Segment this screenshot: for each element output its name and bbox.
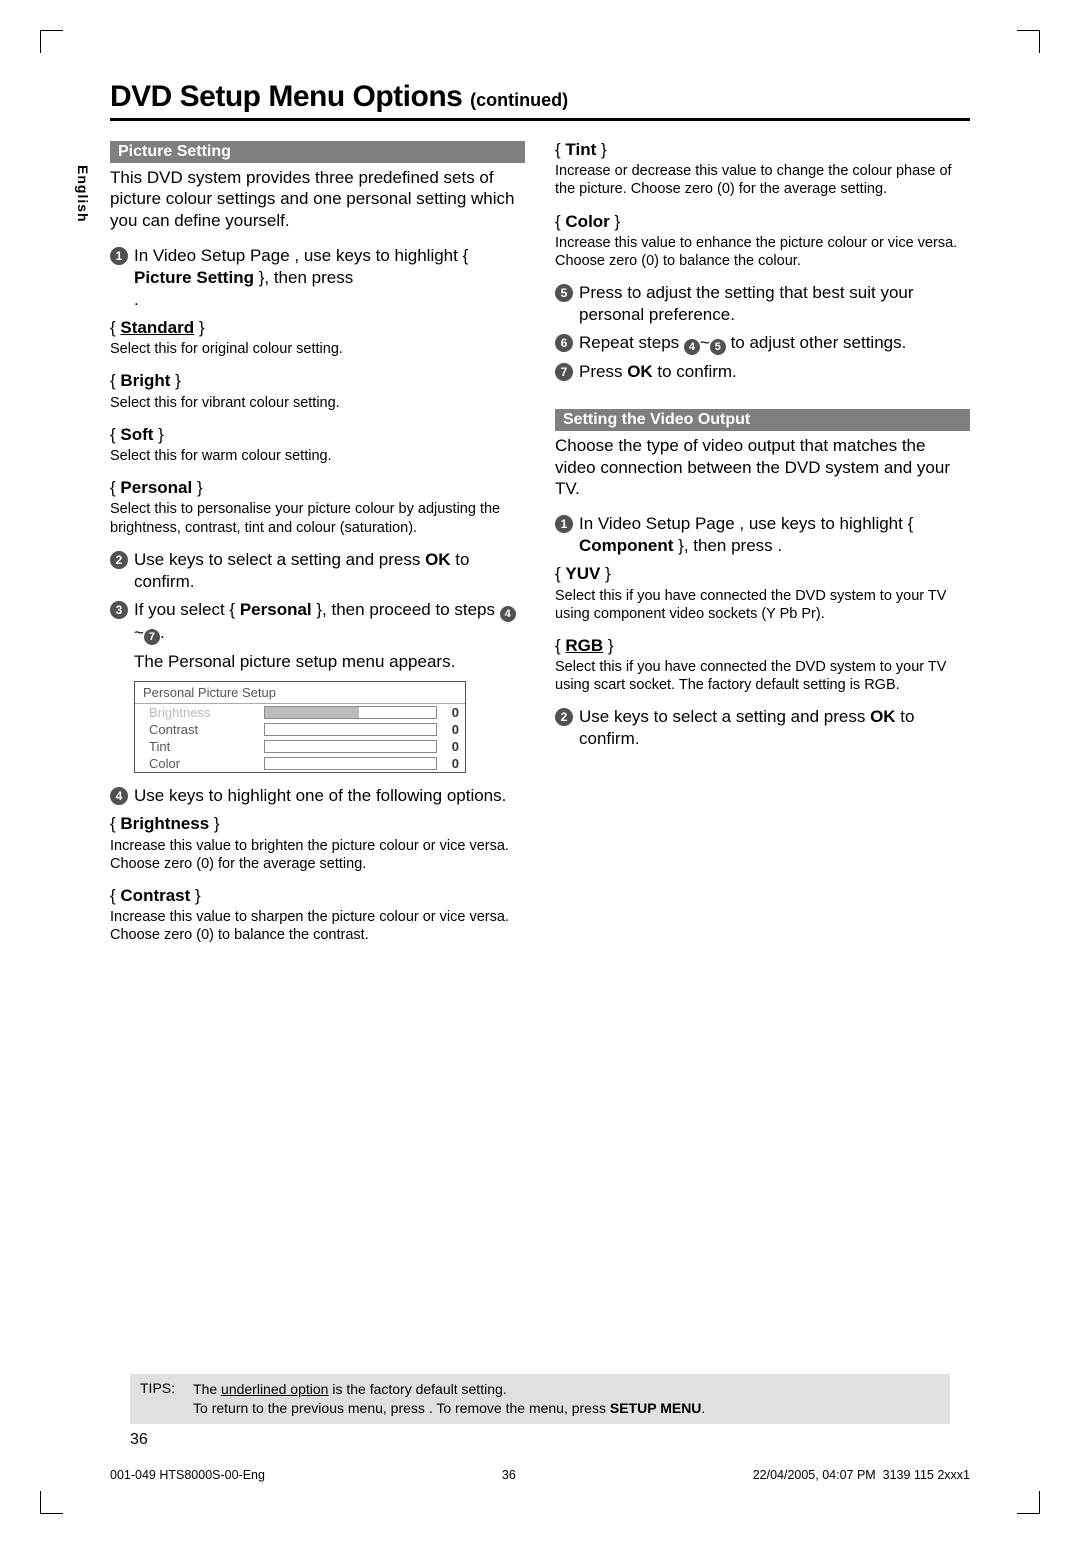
vo-step-1: 1 In Video Setup Page , use keys to high… [555, 513, 970, 557]
opt-brightness-desc: Increase this value to brighten the pict… [110, 837, 525, 873]
section-picture-setting: Picture Setting [110, 141, 525, 163]
step-5-text: Press to adjust the setting that best su… [579, 282, 970, 326]
opt-color-desc: Increase this value to enhance the pictu… [555, 234, 970, 270]
opt-tint: { Tint } [555, 139, 970, 160]
step-3-icon: 3 [110, 601, 128, 619]
opt-personal: { Personal } [110, 477, 525, 498]
tips-body: The underlined option is the factory def… [193, 1380, 705, 1418]
menu-title: Personal Picture Setup [135, 682, 465, 704]
manual-page: English DVD Setup Menu Options (continue… [0, 0, 1080, 1544]
step-7: 7 Press OK to confirm. [555, 361, 970, 383]
content-columns: Picture Setting This DVD system provides… [110, 139, 970, 956]
title-sub: (continued) [470, 90, 568, 110]
step-5-icon: 5 [555, 284, 573, 302]
step-5: 5 Press to adjust the setting that best … [555, 282, 970, 326]
slider-icon [264, 723, 437, 736]
opt-color: { Color } [555, 211, 970, 232]
opt-rgb-desc: Select this if you have connected the DV… [555, 658, 970, 694]
opt-standard: { Standard } [110, 317, 525, 338]
step-7-icon: 7 [555, 363, 573, 381]
step-3-note: The Personal picture setup menu appears. [134, 651, 525, 673]
opt-bright-desc: Select this for vibrant colour setting. [110, 394, 525, 412]
inline-4-icon: 4 [500, 606, 516, 622]
footer-right: 22/04/2005, 04:07 PM 3139 115 2xxx1 [753, 1468, 970, 1482]
opt-contrast-desc: Increase this value to sharpen the pictu… [110, 908, 525, 944]
inline-5b-icon: 5 [710, 339, 726, 355]
opt-soft: { Soft } [110, 424, 525, 445]
right-column: { Tint } Increase or decrease this value… [555, 139, 970, 956]
step-2-icon: 2 [110, 551, 128, 569]
crop-mark-br [1017, 1491, 1040, 1514]
page-title: DVD Setup Menu Options (continued) [110, 80, 970, 121]
step-3-text: If you select { Personal }, then proceed… [134, 599, 525, 645]
step-1-icon: 1 [110, 247, 128, 265]
step-1-text: In Video Setup Page , use keys to highli… [134, 245, 525, 311]
step-4-icon: 4 [110, 787, 128, 805]
step-6-icon: 6 [555, 334, 573, 352]
vo-step-1-icon: 1 [555, 515, 573, 533]
vo-step-2-icon: 2 [555, 708, 573, 726]
menu-row-brightness: Brightness 0 [135, 704, 465, 721]
opt-brightness: { Brightness } [110, 813, 525, 834]
video-output-intro: Choose the type of video output that mat… [555, 435, 970, 499]
opt-tint-desc: Increase or decrease this value to chang… [555, 162, 970, 198]
slider-icon [264, 740, 437, 753]
personal-picture-setup-menu: Personal Picture Setup Brightness 0 Cont… [134, 681, 466, 773]
step-4: 4 Use keys to highlight one of the follo… [110, 785, 525, 807]
footer-center: 36 [502, 1468, 516, 1482]
opt-contrast: { Contrast } [110, 885, 525, 906]
language-tab: English [75, 165, 91, 223]
opt-yuv-desc: Select this if you have connected the DV… [555, 587, 970, 623]
picture-setting-intro: This DVD system provides three predefine… [110, 167, 525, 231]
step-4-text: Use keys to highlight one of the followi… [134, 785, 525, 807]
tips-label: TIPS: [140, 1380, 175, 1418]
inline-7-icon: 7 [144, 629, 160, 645]
step-3: 3 If you select { Personal }, then proce… [110, 599, 525, 645]
opt-yuv: { YUV } [555, 563, 970, 584]
opt-soft-desc: Select this for warm colour setting. [110, 447, 525, 465]
opt-personal-desc: Select this to personalise your picture … [110, 500, 525, 536]
vo-step-2: 2 Use keys to select a setting and press… [555, 706, 970, 750]
slider-icon [264, 757, 437, 770]
menu-row-tint: Tint 0 [135, 738, 465, 755]
opt-bright: { Bright } [110, 370, 525, 391]
menu-row-contrast: Contrast 0 [135, 721, 465, 738]
opt-rgb: { RGB } [555, 635, 970, 656]
opt-standard-desc: Select this for original colour setting. [110, 340, 525, 358]
title-main: DVD Setup Menu Options [110, 80, 470, 113]
left-column: Picture Setting This DVD system provides… [110, 139, 525, 956]
slider-icon [264, 706, 437, 719]
crop-mark-tl [40, 30, 63, 53]
tips-box: TIPS: The underlined option is the facto… [130, 1374, 950, 1424]
step-6: 6 Repeat steps 4~5 to adjust other setti… [555, 332, 970, 355]
section-video-output: Setting the Video Output [555, 409, 970, 431]
crop-mark-bl [40, 1491, 63, 1514]
vo-step-2-text: Use keys to select a setting and press O… [579, 706, 970, 750]
step-1: 1 In Video Setup Page , use keys to high… [110, 245, 525, 311]
step-2-text: Use keys to select a setting and press O… [134, 549, 525, 593]
menu-row-color: Color 0 [135, 755, 465, 772]
step-2: 2 Use keys to select a setting and press… [110, 549, 525, 593]
step-6-text: Repeat steps 4~5 to adjust other setting… [579, 332, 970, 355]
step-7-text: Press OK to confirm. [579, 361, 970, 383]
footer: 001-049 HTS8000S-00-Eng 36 22/04/2005, 0… [110, 1468, 970, 1482]
inline-4b-icon: 4 [684, 339, 700, 355]
vo-step-1-text: In Video Setup Page , use keys to highli… [579, 513, 970, 557]
crop-mark-tr [1017, 30, 1040, 53]
footer-left: 001-049 HTS8000S-00-Eng [110, 1468, 265, 1482]
page-number: 36 [130, 1431, 148, 1449]
